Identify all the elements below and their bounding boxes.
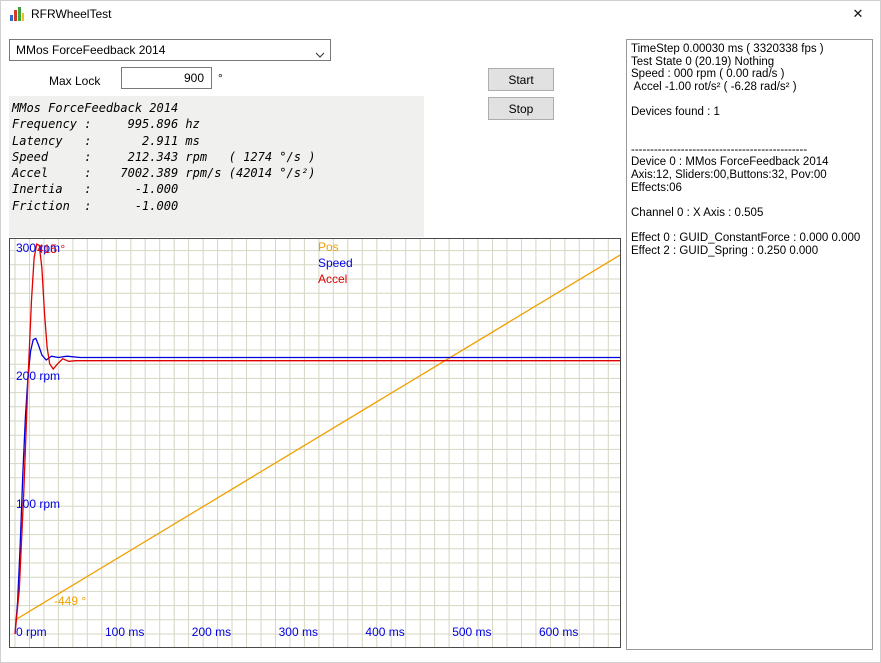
y-axis-tick-label: 0 rpm xyxy=(16,625,47,639)
x-axis-tick-label: 500 ms xyxy=(452,625,491,639)
device-info-text: MMos ForceFeedback 2014 Frequency : 995.… xyxy=(9,96,424,214)
x-axis-tick-label: 200 ms xyxy=(192,625,231,639)
app-icon xyxy=(9,6,25,22)
app-window: RFRWheelTest ✕ MMos ForceFeedback 2014 M… xyxy=(0,0,881,663)
legend-item: Speed xyxy=(318,256,353,270)
chart-area: 300 rpm200 rpm100 rpm0 rpm100 ms200 ms30… xyxy=(9,238,621,648)
x-axis-tick-label: 400 ms xyxy=(365,625,404,639)
max-lock-label: Max Lock xyxy=(49,74,100,88)
y-axis-tick-label: 100 rpm xyxy=(16,497,60,511)
x-axis-tick-label: 100 ms xyxy=(105,625,144,639)
chart-annotation: 415 ° xyxy=(37,242,65,256)
y-axis-tick-label: 200 rpm xyxy=(16,369,60,383)
device-info-panel: MMos ForceFeedback 2014 Frequency : 995.… xyxy=(9,96,424,237)
max-lock-input[interactable] xyxy=(121,67,212,89)
title-bar: RFRWheelTest ✕ xyxy=(1,1,880,27)
chart-annotation: -449 ° xyxy=(54,594,86,608)
x-axis-tick-label: 600 ms xyxy=(539,625,578,639)
x-axis-tick-label: 300 ms xyxy=(279,625,318,639)
legend-item: Accel xyxy=(318,272,347,286)
chart-canvas xyxy=(10,239,620,647)
status-panel: TimeStep 0.00030 ms ( 3320338 fps ) Test… xyxy=(626,39,873,650)
start-button[interactable]: Start xyxy=(488,68,554,91)
device-select[interactable]: MMos ForceFeedback 2014 xyxy=(9,39,331,61)
window-title: RFRWheelTest xyxy=(31,7,111,21)
device-select-value: MMos ForceFeedback 2014 xyxy=(16,43,165,57)
degree-unit-label: ° xyxy=(218,71,223,85)
chevron-down-icon xyxy=(315,47,325,61)
legend-item: Pos xyxy=(318,240,339,254)
close-button[interactable]: ✕ xyxy=(840,3,876,25)
stop-button[interactable]: Stop xyxy=(488,97,554,120)
status-text: TimeStep 0.00030 ms ( 3320338 fps ) Test… xyxy=(627,40,872,257)
